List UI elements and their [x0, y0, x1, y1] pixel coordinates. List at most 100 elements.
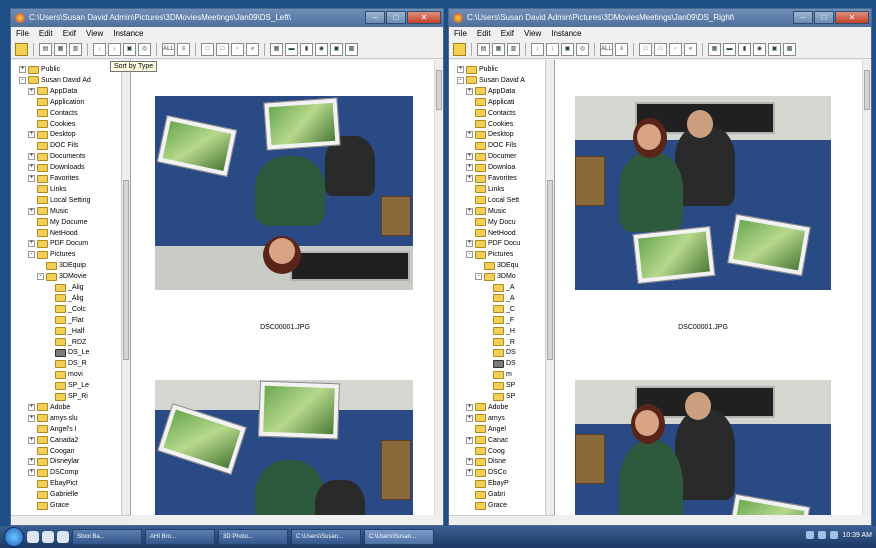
- sort-name-icon[interactable]: ↓: [93, 43, 106, 56]
- maximize-button[interactable]: □: [386, 11, 406, 24]
- tree-folder-item[interactable]: _A: [484, 293, 515, 304]
- tree-folder-item[interactable]: _Alig: [46, 293, 84, 304]
- tree-folder-item[interactable]: + Documer: [466, 151, 516, 162]
- tree-folder-item[interactable]: - 3DMo: [475, 271, 516, 282]
- tree-folder-item[interactable]: Cookies: [28, 119, 75, 130]
- tree-scroll-thumb[interactable]: [547, 180, 553, 360]
- frame-icon[interactable]: □: [639, 43, 652, 56]
- sort-date-icon[interactable]: ↓: [546, 43, 559, 56]
- tree-folder-item[interactable]: + Adobe: [466, 402, 508, 413]
- tree-folder-item[interactable]: - Pictures: [466, 249, 513, 260]
- expand-icon[interactable]: +: [28, 458, 35, 466]
- tree-folder-item[interactable]: Local Sett: [466, 195, 519, 206]
- tree-folder-item[interactable]: SP: [484, 391, 515, 402]
- tree-folder-item[interactable]: + Canada2: [28, 435, 78, 446]
- menu-edit[interactable]: Edit: [39, 27, 53, 41]
- viewer-scrollbar[interactable]: [862, 60, 871, 515]
- tree-folder-item[interactable]: Links: [466, 184, 504, 195]
- tree-folder-item[interactable]: _Alig: [46, 282, 84, 293]
- folder-icon[interactable]: [453, 43, 466, 56]
- collapse-icon[interactable]: -: [466, 251, 473, 259]
- tree-folder-item[interactable]: _Colc: [46, 304, 86, 315]
- expand-icon[interactable]: +: [466, 436, 473, 444]
- tree-folder-item[interactable]: - Susan David Ad: [19, 75, 91, 86]
- tree-folder-item[interactable]: _A: [484, 282, 515, 293]
- tree-folder-item[interactable]: EbayPict: [28, 478, 78, 489]
- menu-exif[interactable]: Exif: [63, 27, 76, 41]
- taskbar-button[interactable]: 3D Photo...: [218, 529, 288, 545]
- tree-folder-item[interactable]: + Disne: [466, 456, 506, 467]
- menu-exif[interactable]: Exif: [501, 27, 514, 41]
- tree-folder-item[interactable]: + Public: [457, 64, 498, 75]
- tree-folder-item[interactable]: Application: [28, 97, 84, 108]
- tree-folder-item[interactable]: + Favorites: [466, 173, 517, 184]
- tree-folder-item[interactable]: + AppData: [466, 86, 515, 97]
- expand-icon[interactable]: +: [28, 175, 35, 182]
- copy-icon[interactable]: ▮: [738, 43, 751, 56]
- copy-icon[interactable]: ▮: [300, 43, 313, 56]
- tree-folder-item[interactable]: + Public: [19, 64, 60, 75]
- camera-icon[interactable]: ◉: [315, 43, 328, 56]
- taskbar-button[interactable]: AHI Bro...: [145, 529, 215, 545]
- tree-folder-item[interactable]: DOC Fils: [466, 140, 516, 151]
- expand-icon[interactable]: +: [466, 240, 473, 248]
- expand-icon[interactable]: +: [457, 66, 464, 73]
- tree-folder-item[interactable]: movi: [46, 369, 83, 380]
- tree-folder-item[interactable]: Local Setting: [28, 195, 90, 206]
- menu-edit[interactable]: Edit: [477, 27, 491, 41]
- expand-icon[interactable]: +: [466, 207, 473, 215]
- sort-name-icon[interactable]: ↓: [531, 43, 544, 56]
- image-thumbnail[interactable]: [155, 96, 413, 290]
- tree-folder-item[interactable]: Angel: [466, 424, 506, 435]
- expand-icon[interactable]: +: [28, 414, 35, 422]
- collapse-icon[interactable]: -: [19, 76, 26, 84]
- tree-folder-item[interactable]: - Pictures: [28, 249, 75, 260]
- tree-folder-item[interactable]: Links: [28, 184, 66, 195]
- tree-folder-item[interactable]: Cookies: [466, 119, 513, 130]
- collapse-icon[interactable]: -: [475, 273, 482, 281]
- grid-icon[interactable]: ▦: [270, 43, 283, 56]
- tree-folder-item[interactable]: Gabri: [466, 489, 505, 500]
- viewer-scroll-thumb[interactable]: [864, 70, 870, 110]
- frame-icon[interactable]: □: [216, 43, 229, 56]
- tree-folder-item[interactable]: Coogan: [28, 446, 75, 457]
- expand-icon[interactable]: +: [466, 403, 473, 411]
- expand-icon[interactable]: +: [28, 131, 35, 139]
- menu-view[interactable]: View: [86, 27, 103, 41]
- tree-folder-item[interactable]: My Docume: [28, 217, 87, 228]
- tree-folder-item[interactable]: + Disneylar: [28, 456, 79, 467]
- tree-folder-item[interactable]: + AppData: [28, 86, 77, 97]
- tree-folder-item[interactable]: 3DEquip: [37, 260, 86, 271]
- tree-folder-item[interactable]: SP: [484, 380, 515, 391]
- view-icon[interactable]: ▦: [54, 43, 67, 56]
- tree-folder-item[interactable]: _H: [484, 326, 515, 337]
- more-icon[interactable]: «: [246, 43, 259, 56]
- expand-icon[interactable]: +: [19, 66, 26, 73]
- tree-folder-item[interactable]: + amys slu: [28, 413, 78, 424]
- quick-launch-icon[interactable]: [42, 531, 54, 543]
- clock[interactable]: 10:39 AM: [842, 532, 872, 539]
- view-icon[interactable]: ▦: [492, 43, 505, 56]
- tree-folder-item[interactable]: + DSCo: [466, 467, 507, 478]
- view-icon[interactable]: ▥: [507, 43, 520, 56]
- expand-icon[interactable]: +: [466, 153, 473, 161]
- tree-folder-item[interactable]: _R: [484, 337, 515, 348]
- tree-folder-item[interactable]: DS_Le: [46, 347, 89, 358]
- tree-folder-item[interactable]: SP_Ri: [46, 391, 88, 402]
- frame-icon[interactable]: □: [654, 43, 667, 56]
- image-thumbnail[interactable]: [155, 380, 413, 515]
- tree-folder-item[interactable]: m: [484, 369, 512, 380]
- tree-folder-item[interactable]: Grace: [466, 500, 507, 511]
- right-title-bar[interactable]: C:\Users\Susan David Admin\Pictures\3DMo…: [449, 9, 871, 27]
- tree-folder-item[interactable]: + Music: [466, 206, 506, 217]
- taskbar-button[interactable]: C:\Users\Susan...: [364, 529, 434, 545]
- tree-folder-item[interactable]: DS: [484, 358, 516, 369]
- thumb-icon[interactable]: ▩: [783, 43, 796, 56]
- tree-folder-item[interactable]: + Music: [28, 206, 68, 217]
- sort-size-icon[interactable]: ◎: [138, 43, 151, 56]
- tree-folder-item[interactable]: + DSComp: [28, 467, 78, 478]
- save-icon[interactable]: ▣: [768, 43, 781, 56]
- minimize-button[interactable]: –: [793, 11, 813, 24]
- tree-folder-item[interactable]: + Desktop: [28, 129, 76, 140]
- print-icon[interactable]: ▬: [285, 43, 298, 56]
